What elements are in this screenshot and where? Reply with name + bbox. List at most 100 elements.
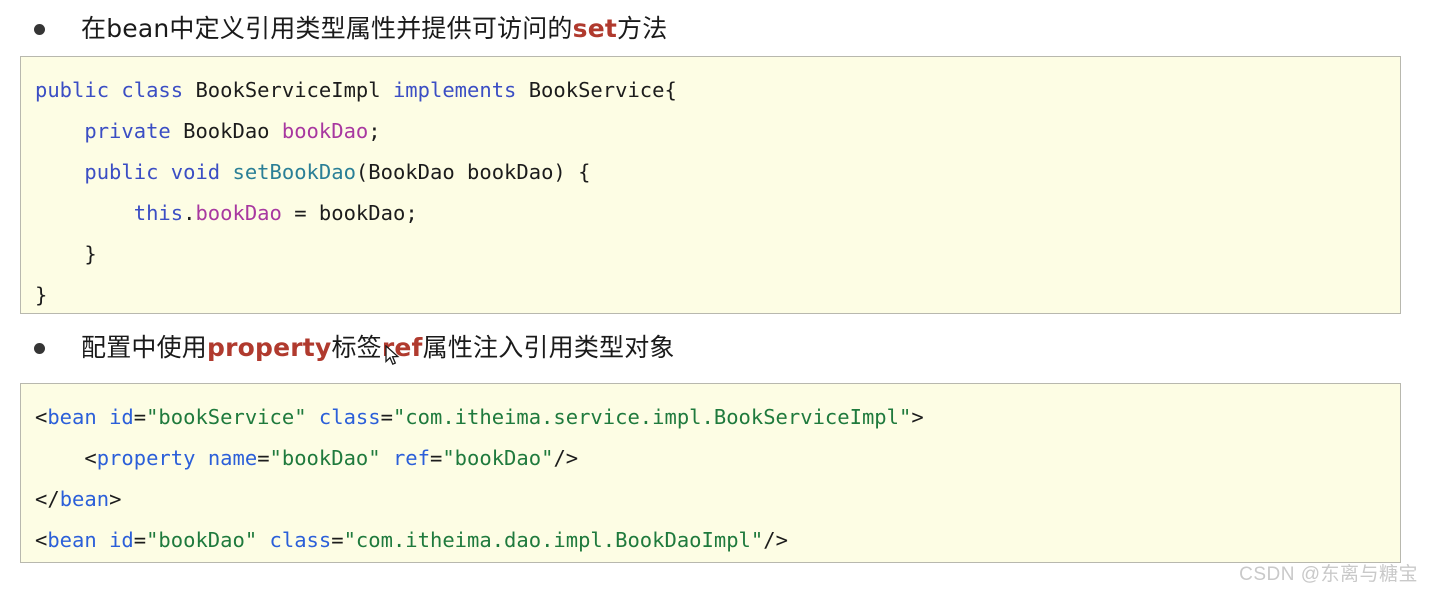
xml-value-class-1: "com.itheima.service.impl.BookServiceImp… bbox=[392, 405, 912, 429]
bullet-one-text: 在bean中定义引用类型属性并提供可访问的set方法 bbox=[81, 14, 667, 44]
bullet-two-middle: 标签 bbox=[331, 333, 382, 362]
java-dot: . bbox=[183, 201, 196, 225]
java-paren-open: ( bbox=[355, 160, 369, 184]
xml-lt-4: < bbox=[35, 528, 48, 552]
code-line-xml-1: <bean id="bookService" class="com.itheim… bbox=[35, 397, 1386, 438]
sp bbox=[381, 446, 393, 470]
xml-value-id-2: "bookDao" bbox=[146, 528, 258, 552]
xml-selfclose-4: /> bbox=[763, 528, 788, 552]
xml-attr-class-1: class bbox=[318, 405, 381, 429]
java-keyword-implements: implements bbox=[392, 78, 517, 102]
xml-value-id-1: "bookService" bbox=[146, 405, 307, 429]
code-line-java-1: public class BookServiceImpl implements … bbox=[35, 70, 1386, 111]
java-param-name: bookDao bbox=[467, 160, 554, 184]
bullet-two-keyword-ref: ref bbox=[381, 333, 423, 362]
java-keyword-this: this bbox=[133, 201, 184, 225]
xml-attr-id-2: id bbox=[109, 528, 134, 552]
java-field-bookdao: bookDao bbox=[281, 119, 369, 143]
xml-selfclose-2: /> bbox=[553, 446, 579, 470]
java-brace-close-inner: } bbox=[84, 242, 97, 266]
sp bbox=[97, 405, 109, 429]
xml-eq-2b: = bbox=[430, 446, 443, 470]
xml-attr-id-1: id bbox=[109, 405, 134, 429]
java-keyword-private: private bbox=[84, 119, 171, 143]
sp bbox=[307, 405, 319, 429]
sp bbox=[171, 119, 183, 143]
xml-eq-2: = bbox=[257, 446, 270, 470]
sp bbox=[97, 528, 109, 552]
sp bbox=[220, 160, 232, 184]
java-brace-open-2: { bbox=[578, 160, 591, 184]
code-line-java-3: public void setBookDao(BookDao bookDao) … bbox=[35, 152, 1386, 193]
java-assign-operator: = bbox=[294, 201, 307, 225]
xml-eq-4b: = bbox=[331, 528, 344, 552]
java-param-type: BookDao bbox=[368, 160, 455, 184]
java-value-bookdao: bookDao bbox=[318, 201, 406, 225]
bullet-one-lead: 在bean中定义引用类型属性并提供可访问的 bbox=[81, 14, 573, 43]
sp bbox=[307, 201, 319, 225]
slide-page: 在bean中定义引用类型属性并提供可访问的set方法 public class … bbox=[0, 0, 1430, 592]
code-line-java-6: } bbox=[35, 275, 1386, 313]
sp bbox=[109, 78, 121, 102]
sp bbox=[282, 201, 294, 225]
sp bbox=[158, 160, 170, 184]
java-semicolon: ; bbox=[368, 119, 381, 143]
xml-eq-1: = bbox=[133, 405, 147, 429]
java-keyword-void: void bbox=[170, 160, 221, 184]
sp bbox=[516, 78, 528, 102]
code-line-java-2: private BookDao bookDao; bbox=[35, 111, 1386, 152]
java-field-bookdao-2: bookDao bbox=[195, 201, 282, 225]
sp bbox=[257, 528, 269, 552]
xml-lt-2: < bbox=[84, 446, 97, 470]
sp bbox=[183, 78, 195, 102]
bullet-two-text: 配置中使用property标签ref属性注入引用类型对象 bbox=[81, 333, 675, 363]
code-block-java[interactable]: public class BookServiceImpl implements … bbox=[20, 56, 1401, 314]
java-type-bookserviceimpl: BookServiceImpl bbox=[195, 78, 381, 102]
xml-attr-name: name bbox=[207, 446, 258, 470]
bullet-two-tail: 属性注入引用类型对象 bbox=[422, 333, 675, 362]
java-brace-close-outer: } bbox=[35, 283, 48, 307]
bullet-dot-icon bbox=[34, 23, 45, 35]
bullet-two-lead: 配置中使用 bbox=[81, 333, 208, 362]
xml-value-ref: "bookDao" bbox=[442, 446, 554, 470]
xml-attr-class-2: class bbox=[269, 528, 332, 552]
xml-value-class-2: "com.itheima.dao.impl.BookDaoImpl" bbox=[343, 528, 764, 552]
code-line-java-5: } bbox=[35, 234, 1386, 275]
java-paren-close: ) bbox=[553, 160, 566, 184]
java-keyword-public-2: public bbox=[84, 160, 159, 184]
xml-tag-bean-close: bean bbox=[59, 487, 110, 511]
xml-tag-bean-2: bean bbox=[47, 528, 97, 552]
xml-eq-1b: = bbox=[380, 405, 393, 429]
sp bbox=[381, 78, 393, 102]
xml-eq-4: = bbox=[133, 528, 147, 552]
code-line-xml-4: <bean id="bookDao" class="com.itheima.da… bbox=[35, 520, 1386, 561]
xml-gt-3: > bbox=[109, 487, 122, 511]
bullet-two-keyword-property: property bbox=[207, 333, 332, 362]
xml-attr-ref: ref bbox=[392, 446, 430, 470]
java-keyword-public: public bbox=[35, 78, 110, 102]
code-block-xml[interactable]: <bean id="bookService" class="com.itheim… bbox=[20, 383, 1401, 563]
java-method-setbookdao: setBookDao bbox=[232, 160, 356, 184]
bullet-one-keyword-set: set bbox=[572, 14, 618, 43]
java-semicolon-2: ; bbox=[405, 201, 418, 225]
code-line-xml-2: <property name="bookDao" ref="bookDao"/> bbox=[35, 438, 1386, 479]
csdn-watermark: CSDN @东离与糖宝 bbox=[1239, 564, 1418, 585]
xml-lt-1: < bbox=[35, 405, 48, 429]
sp bbox=[195, 446, 207, 470]
java-type-bookservice: BookService bbox=[528, 78, 665, 102]
xml-value-name: "bookDao" bbox=[269, 446, 381, 470]
code-line-java-4: this.bookDao = bookDao; bbox=[35, 193, 1386, 234]
sp bbox=[270, 119, 282, 143]
xml-tag-bean-1: bean bbox=[47, 405, 97, 429]
sp bbox=[455, 160, 467, 184]
code-line-xml-3: </bean> bbox=[35, 479, 1386, 520]
java-brace-open: { bbox=[664, 78, 677, 102]
bullet-dot-icon-2 bbox=[34, 342, 45, 354]
xml-tag-property: property bbox=[96, 446, 196, 470]
bullet-item-set-method: 在bean中定义引用类型属性并提供可访问的set方法 bbox=[0, 14, 667, 44]
